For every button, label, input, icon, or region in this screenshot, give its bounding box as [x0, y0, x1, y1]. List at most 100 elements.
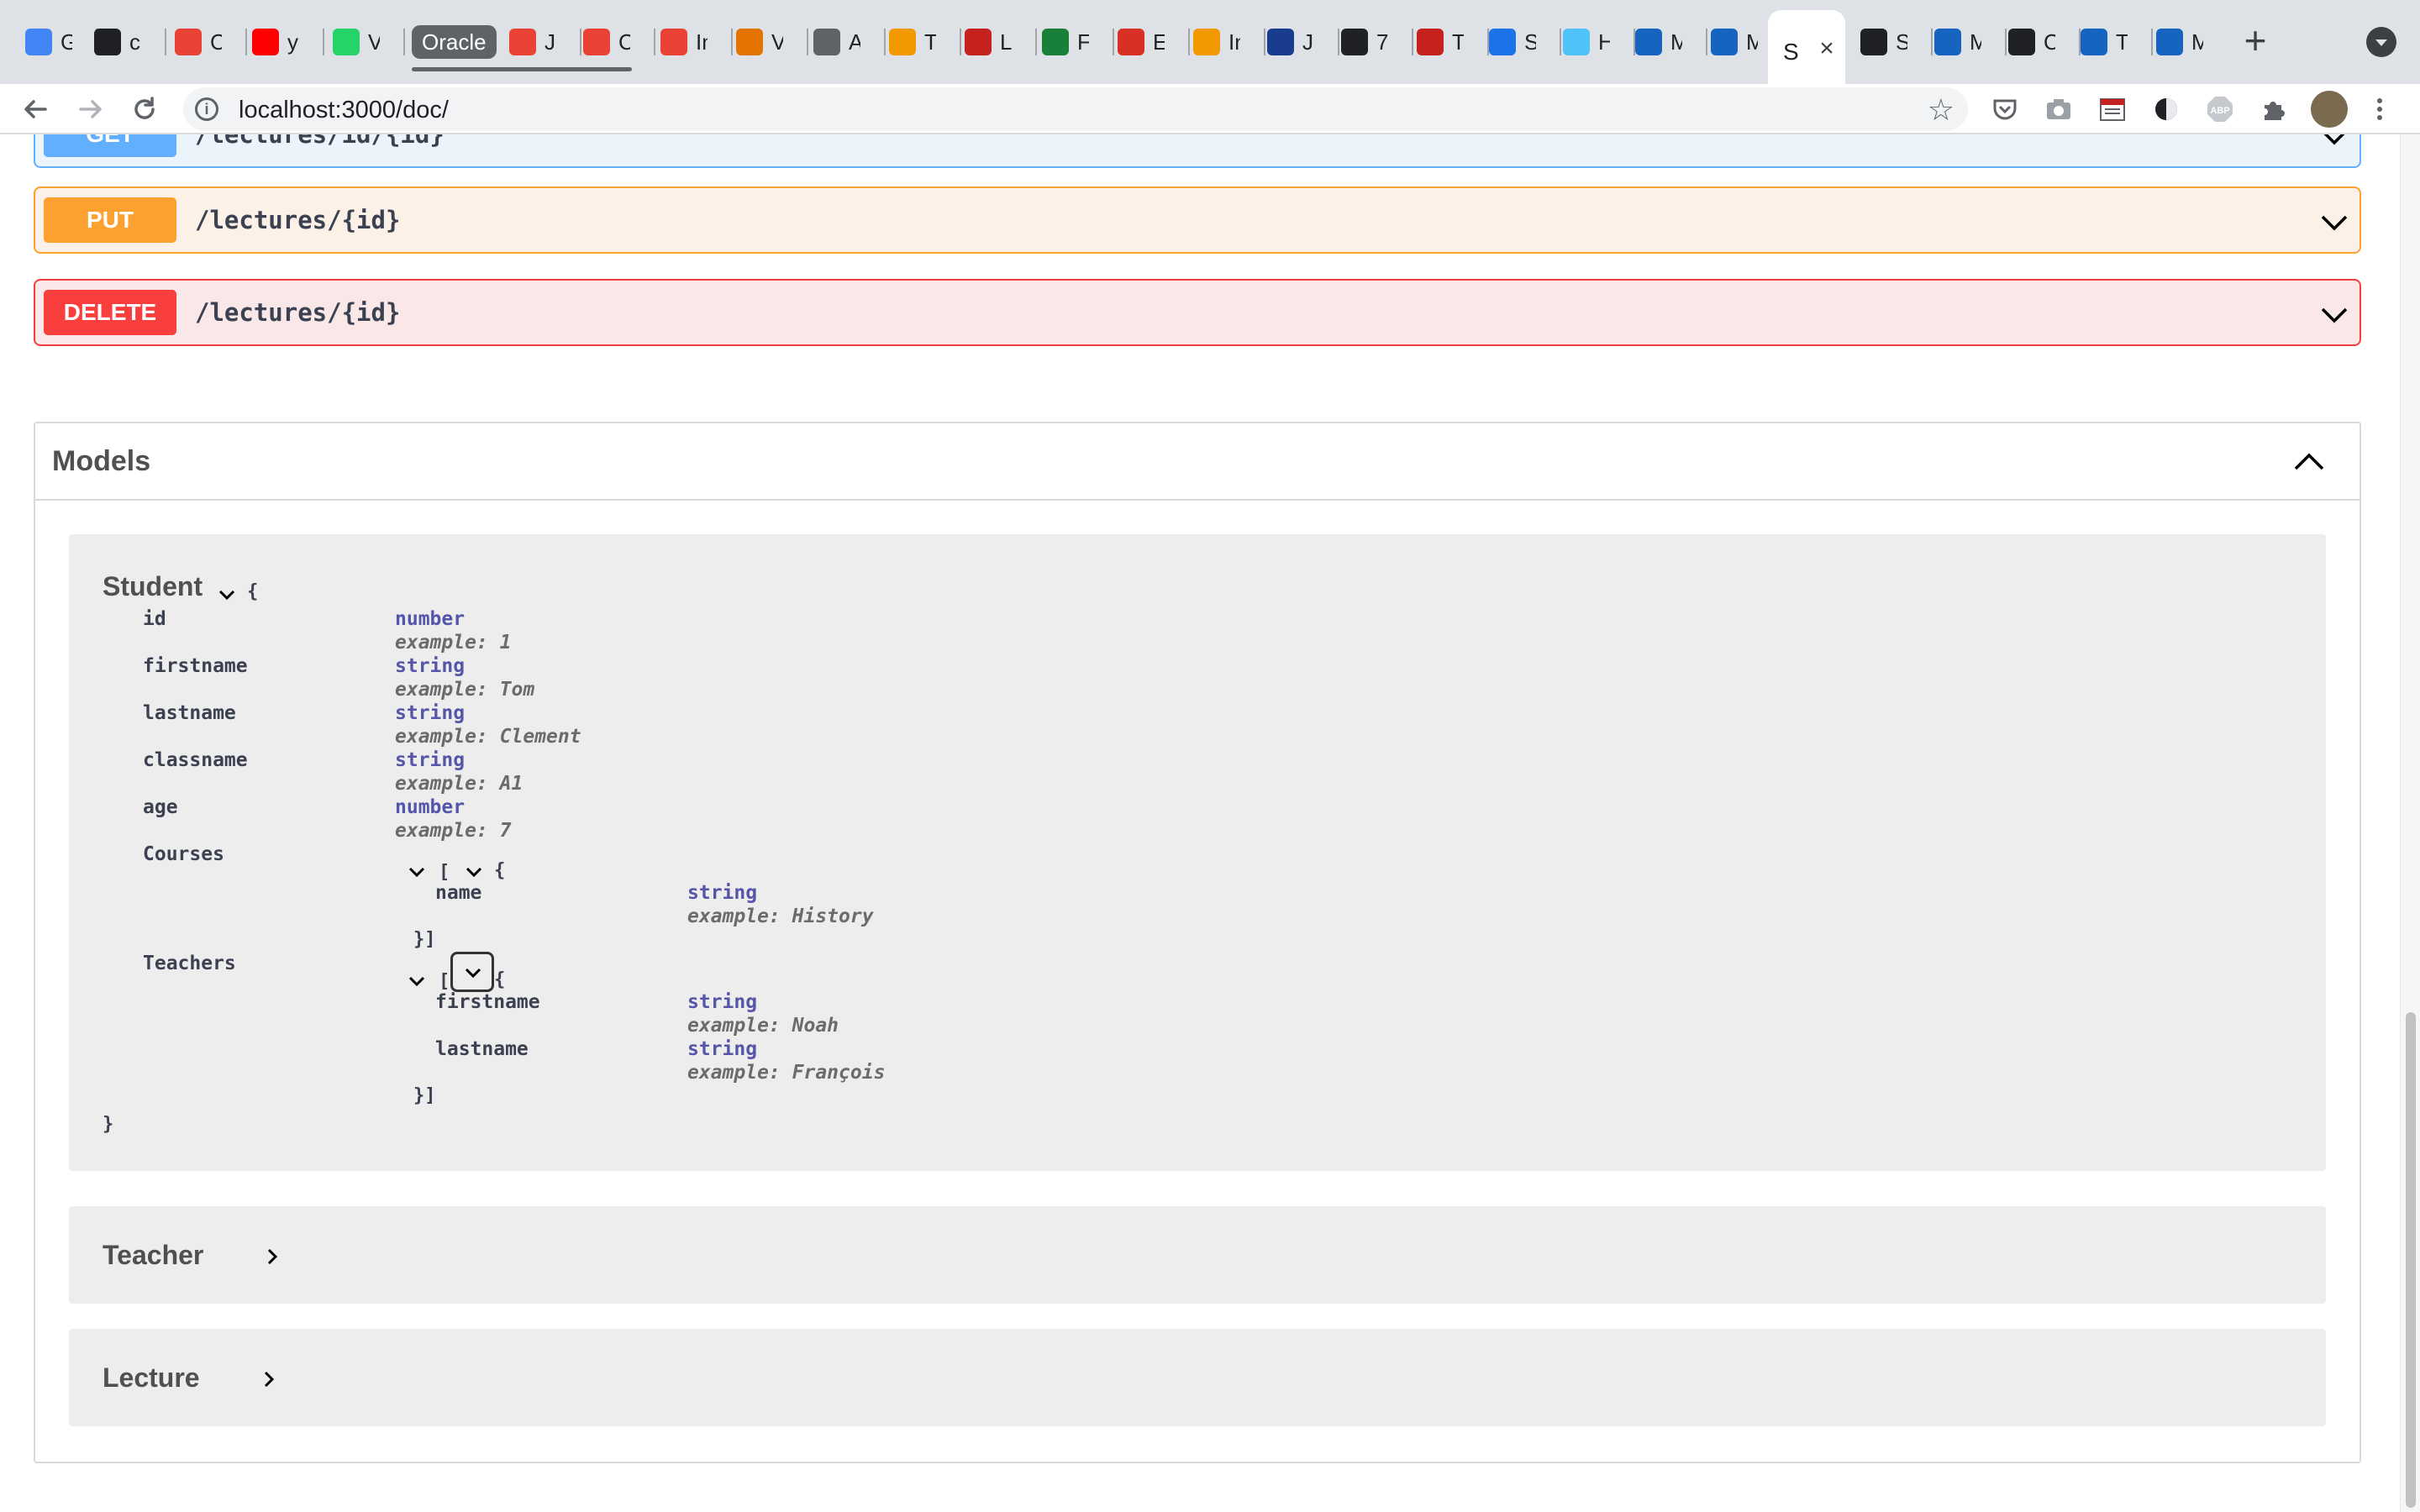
- property-example: example: Tom: [395, 679, 534, 701]
- chevron-down-icon[interactable]: [407, 862, 427, 882]
- example-value: 1: [499, 632, 512, 654]
- operation-path: /lectures/{id}: [195, 298, 401, 327]
- property-example: example: Clement: [395, 726, 581, 748]
- browser-tab[interactable]: J: [1267, 13, 1314, 71]
- browser-tab[interactable]: J: [509, 13, 556, 71]
- method-badge-delete: DELETE: [44, 290, 176, 335]
- tab-title: S: [1896, 29, 1907, 55]
- tab-separator: [1113, 29, 1114, 55]
- profile-avatar[interactable]: [2311, 91, 2348, 128]
- chevron-down-icon[interactable]: [2317, 205, 2351, 239]
- chrome-c-icon: [175, 29, 202, 55]
- model-lecture[interactable]: Lecture: [69, 1329, 2326, 1426]
- tab-title: J: [1302, 29, 1313, 55]
- back-button[interactable]: [17, 91, 54, 128]
- operation-delete-lecture[interactable]: DELETE /lectures/{id}: [34, 279, 2361, 346]
- browser-tab[interactable]: F: [1042, 13, 1089, 71]
- browser-tab[interactable]: C: [175, 13, 222, 71]
- chevron-up-icon[interactable]: [2292, 445, 2326, 479]
- browser-tab[interactable]: T: [889, 13, 936, 71]
- tab-separator: [580, 29, 581, 55]
- property-name: firstname: [435, 991, 540, 1013]
- page-scrollbar[interactable]: [2400, 134, 2420, 1512]
- operation-get-lecture-by-id[interactable]: GET /lectures/id/{id}: [34, 134, 2361, 168]
- browser-tab[interactable]: y: [252, 13, 299, 71]
- property-example: example: 1: [395, 632, 512, 654]
- adblock-icon[interactable]: ABP: [2205, 94, 2235, 124]
- browser-tab[interactable]: G: [25, 13, 72, 71]
- extension-calendar-icon[interactable]: [2097, 94, 2128, 124]
- tab-separator: [403, 29, 405, 55]
- model-teacher[interactable]: Teacher: [69, 1206, 2326, 1304]
- browser-tab[interactable]: C: [2008, 13, 2055, 71]
- address-bar[interactable]: i localhost:3000/doc/ ☆: [183, 87, 1968, 131]
- browser-tab[interactable]: M: [1635, 13, 1682, 71]
- pocket-icon[interactable]: [1990, 94, 2020, 124]
- chevron-right-icon[interactable]: [259, 1369, 279, 1389]
- focused-expand-button[interactable]: [450, 952, 494, 992]
- chevron-down-icon[interactable]: [464, 862, 484, 882]
- forward-button[interactable]: [72, 91, 109, 128]
- site-info-icon[interactable]: i: [195, 97, 218, 121]
- browser-tab[interactable]: c: [94, 13, 141, 71]
- example-label: example:: [687, 1062, 781, 1084]
- browser-tab[interactable]: M: [1711, 13, 1758, 71]
- browser-tab[interactable]: E: [1118, 13, 1165, 71]
- property-name: firstname: [143, 655, 248, 677]
- models-header[interactable]: Models: [35, 423, 2360, 501]
- example-value: A1: [499, 773, 523, 795]
- browser-tab[interactable]: S: [1489, 13, 1536, 71]
- whatsapp-icon: [333, 29, 360, 55]
- reload-button[interactable]: [126, 91, 163, 128]
- browser-tab[interactable]: S: [1860, 13, 1907, 71]
- close-tab-icon[interactable]: ×: [1813, 35, 1840, 62]
- browser-tab[interactable]: C: [583, 13, 630, 71]
- browser-tab[interactable]: V: [333, 13, 380, 71]
- new-tab-button[interactable]: +: [2235, 21, 2275, 62]
- property-type: number: [395, 608, 466, 630]
- property-type: string: [395, 749, 466, 771]
- tab-separator: [960, 29, 961, 55]
- browser-tab[interactable]: M: [1934, 13, 1981, 71]
- tab-active[interactable]: S ×: [1768, 10, 1845, 84]
- chevron-down-icon[interactable]: [217, 585, 237, 605]
- globe-icon: [813, 29, 840, 55]
- example-label: example:: [395, 820, 488, 842]
- camera-icon[interactable]: [2044, 94, 2074, 124]
- browser-tab[interactable]: V: [736, 13, 783, 71]
- chevron-down-icon[interactable]: [407, 971, 427, 991]
- browser-tab[interactable]: In: [1193, 13, 1240, 71]
- property-example: example: François: [687, 1062, 885, 1084]
- chevron-down-icon[interactable]: [2317, 297, 2351, 331]
- browser-tab[interactable]: T: [1417, 13, 1464, 71]
- dark-mode-icon[interactable]: [2151, 94, 2181, 124]
- model-name-student[interactable]: Student: [103, 571, 203, 602]
- property-type: number: [395, 796, 466, 818]
- tab-search-button[interactable]: [2366, 27, 2396, 57]
- model-student: Student { id number example: 1 firstname str…: [69, 534, 2326, 1171]
- chevron-right-icon[interactable]: [262, 1247, 282, 1267]
- forward-arrow-icon: [79, 100, 102, 118]
- browser-tab[interactable]: H: [1563, 13, 1610, 71]
- operation-path: /lectures/{id}: [195, 206, 401, 234]
- tab-separator: [807, 29, 808, 55]
- scrollbar-thumb[interactable]: [2406, 1012, 2416, 1508]
- google-icon: [25, 29, 52, 55]
- tab-title: V: [368, 29, 380, 55]
- browser-tab[interactable]: In: [660, 13, 708, 71]
- chevron-down-icon[interactable]: [2317, 134, 2351, 153]
- chrome-menu-icon[interactable]: [2368, 94, 2391, 124]
- extensions-puzzle-icon[interactable]: [2259, 94, 2289, 124]
- bookmark-star-icon[interactable]: ☆: [1928, 92, 1954, 128]
- browser-tab[interactable]: 7: [1341, 13, 1388, 71]
- tab-title: A: [849, 29, 860, 55]
- cube-icon: [1635, 29, 1662, 55]
- operation-put-lecture[interactable]: PUT /lectures/{id}: [34, 186, 2361, 254]
- browser-tab[interactable]: T: [2081, 13, 2128, 71]
- browser-tab[interactable]: A: [813, 13, 860, 71]
- tab-group-oracle[interactable]: Oracle: [412, 25, 497, 59]
- tab-separator: [1706, 29, 1707, 55]
- browser-tab[interactable]: L: [965, 13, 1012, 71]
- cube-icon: [1711, 29, 1738, 55]
- browser-tab[interactable]: M: [2156, 13, 2203, 71]
